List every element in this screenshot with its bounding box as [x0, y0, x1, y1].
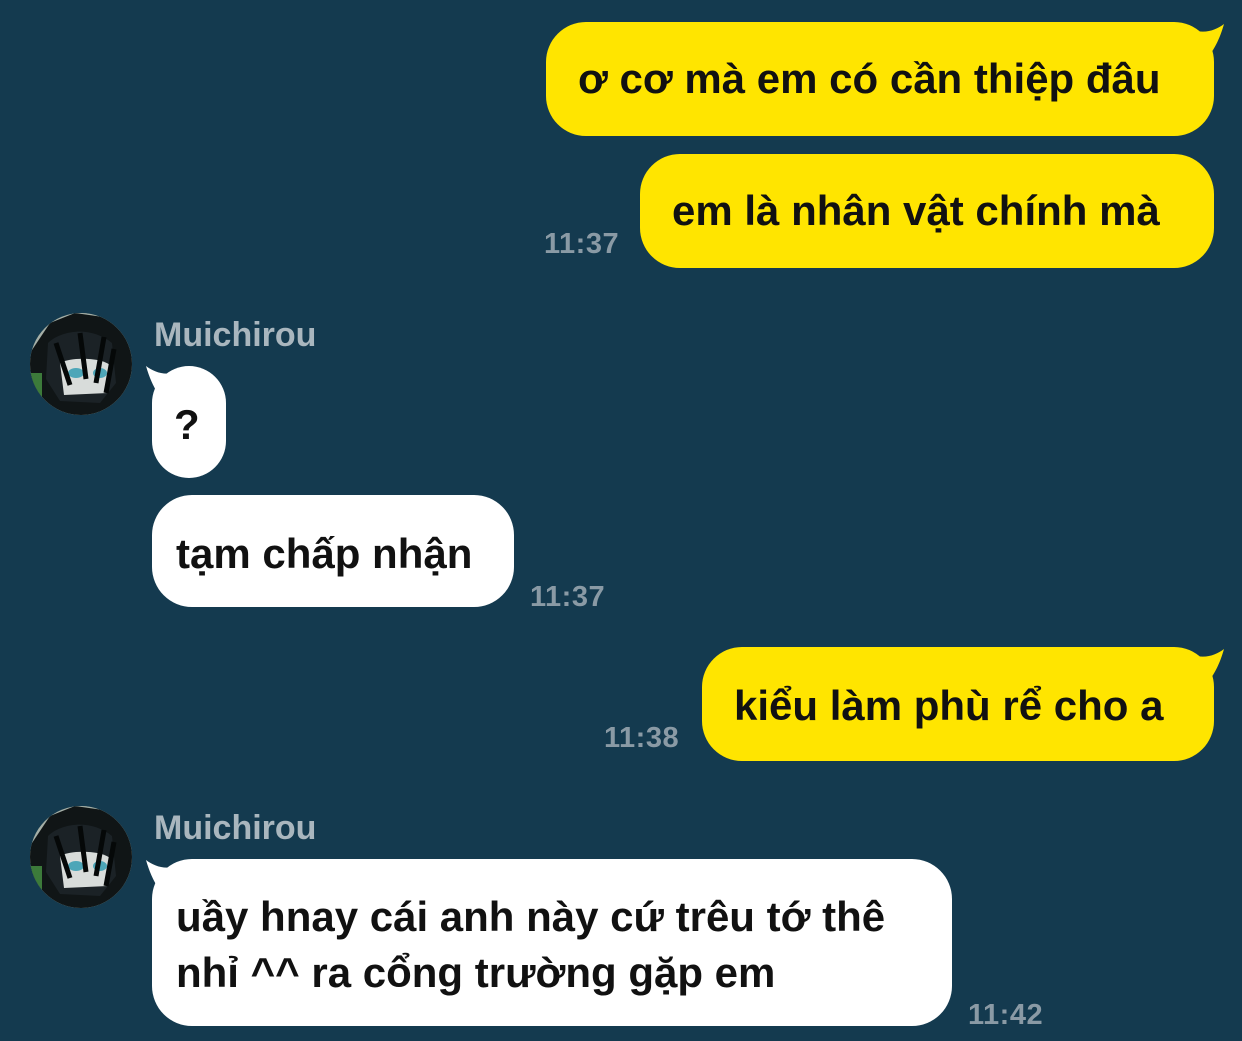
message-text: ơ cơ mà em có cần thiệp đâu — [578, 55, 1161, 102]
avatar[interactable] — [30, 313, 132, 415]
message-text: tạm chấp nhận — [176, 530, 473, 577]
sender-name: Muichirou — [154, 809, 317, 847]
message-bubble-outgoing[interactable]: em là nhân vật chính mà — [640, 154, 1214, 268]
message-bubble-incoming[interactable]: ? — [152, 366, 226, 478]
message-timestamp: 11:38 — [604, 722, 680, 754]
message-text: ? — [174, 401, 200, 448]
message-text: kiểu làm phù rể cho a — [734, 682, 1164, 729]
anime-character-avatar-icon — [30, 806, 132, 908]
message-bubble-incoming[interactable]: tạm chấp nhận — [152, 495, 514, 607]
message-text: em là nhân vật chính mà — [672, 187, 1160, 234]
avatar[interactable] — [30, 806, 132, 908]
message-bubble-outgoing[interactable]: kiểu làm phù rể cho a — [702, 647, 1214, 761]
message-timestamp: 11:37 — [530, 581, 606, 613]
sender-name: Muichirou — [154, 316, 317, 354]
message-text: uầy hnay cái anh này cứ trêu tớ thê nhỉ … — [176, 893, 886, 996]
message-timestamp: 11:42 — [968, 999, 1044, 1031]
anime-character-avatar-icon — [30, 313, 132, 415]
message-bubble-outgoing[interactable]: ơ cơ mà em có cần thiệp đâu — [546, 22, 1214, 136]
message-bubble-incoming[interactable]: uầy hnay cái anh này cứ trêu tớ thê nhỉ … — [152, 859, 952, 1026]
message-timestamp: 11:37 — [544, 228, 620, 260]
chat-message-list[interactable]: ơ cơ mà em có cần thiệp đâu em là nhân v… — [0, 0, 1242, 1041]
